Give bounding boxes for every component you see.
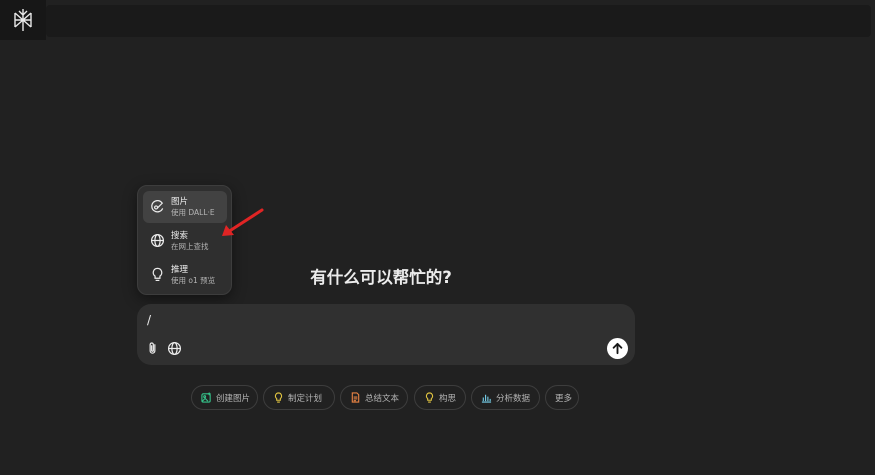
lightbulb-icon [274,392,283,403]
arrow-up-icon [612,342,623,355]
menu-item-subtitle: 使用 o1 预览 [171,276,216,285]
suggestion-make-plan[interactable]: 制定计划 [263,385,335,410]
menu-item-title: 推理 [171,265,189,275]
app-logo-icon[interactable] [11,8,35,32]
page-heading: 有什么可以帮忙的? [310,268,452,287]
menu-item-title: 搜索 [171,231,189,241]
lightbulb-icon [425,392,434,403]
menu-item-subtitle: 在网上查找 [171,242,209,251]
suggestion-more[interactable]: 更多 [545,385,579,410]
document-icon [351,392,360,403]
create-image-icon [201,392,211,403]
suggestion-label: 创建图片 [216,394,251,404]
image-brush-icon [151,200,164,213]
menu-item-reasoning[interactable]: 推理 使用 o1 预览 [143,259,227,291]
suggestion-brainstorm[interactable]: 构思 [414,385,466,410]
composer-input[interactable]: / [147,313,151,327]
paperclip-icon[interactable] [145,341,160,356]
annotation-arrow-icon [222,208,264,236]
chart-icon [481,394,492,403]
composer[interactable]: / [137,304,635,365]
suggestion-create-image[interactable]: 创建图片 [191,385,258,410]
suggestion-label: 分析数据 [496,394,531,404]
globe-icon[interactable] [167,341,182,356]
suggestion-label: 构思 [439,394,457,404]
suggestion-label: 总结文本 [365,394,400,404]
send-button[interactable] [607,338,628,359]
suggestion-analyze-data[interactable]: 分析数据 [471,385,540,410]
suggestion-label: 更多 [555,394,573,404]
lightbulb-icon [152,267,163,282]
menu-item-subtitle: 使用 DALL·E [171,208,215,217]
top-bar [46,5,871,37]
globe-icon [150,233,165,248]
suggestion-label: 制定计划 [288,394,323,404]
sidebar-strip [0,0,46,40]
suggestion-summarize-text[interactable]: 总结文本 [340,385,408,410]
menu-item-title: 图片 [171,197,189,207]
